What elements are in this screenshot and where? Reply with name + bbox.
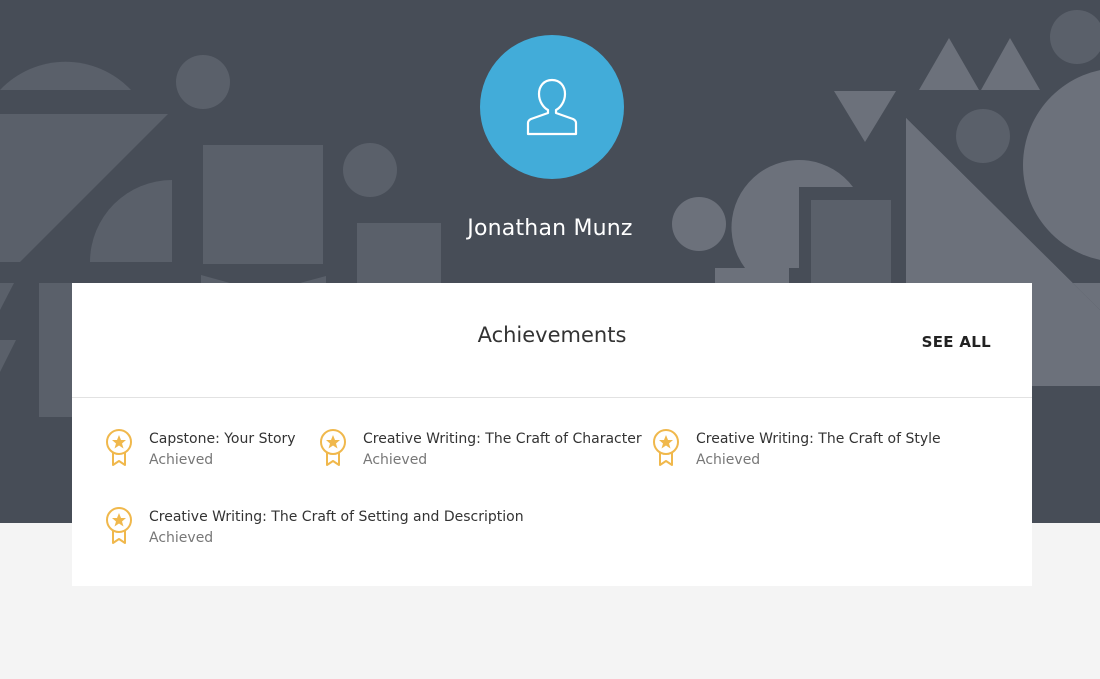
achievement-status: Achieved [149, 452, 214, 468]
profile-name: Jonathan Munz [467, 216, 633, 241]
award-ribbon-icon [106, 507, 132, 544]
achievements-card: Achievements SEE ALL Capstone: Your Stor… [72, 283, 1032, 586]
achievement-status: Achieved [696, 452, 761, 468]
achievement-title: Capstone: Your Story [149, 431, 296, 447]
achievements-card-header: Achievements SEE ALL [72, 283, 1032, 398]
achievement-item[interactable]: Creative Writing: The Craft of Setting a… [104, 506, 524, 547]
achievement-title: Creative Writing: The Craft of Setting a… [149, 509, 524, 525]
achievement-status: Achieved [363, 452, 428, 468]
achievement-item[interactable]: Creative Writing: The Craft of Style Ach… [651, 428, 941, 469]
award-ribbon-icon [320, 429, 346, 466]
achievement-status: Achieved [149, 530, 214, 546]
profile-page: Jonathan Munz Achievements SEE ALL Capst… [0, 0, 1100, 679]
achievement-item[interactable]: Capstone: Your Story Achieved [104, 428, 296, 469]
achievement-title: Creative Writing: The Craft of Style [696, 431, 941, 447]
award-ribbon-icon [653, 429, 679, 466]
award-ribbon-icon [106, 429, 132, 466]
avatar[interactable] [480, 35, 624, 179]
user-icon [526, 78, 578, 136]
achievement-title: Creative Writing: The Craft of Character [363, 431, 642, 447]
achievement-item[interactable]: Creative Writing: The Craft of Character… [318, 428, 642, 469]
achievements-title: Achievements [477, 323, 627, 347]
see-all-link[interactable]: SEE ALL [922, 333, 991, 351]
